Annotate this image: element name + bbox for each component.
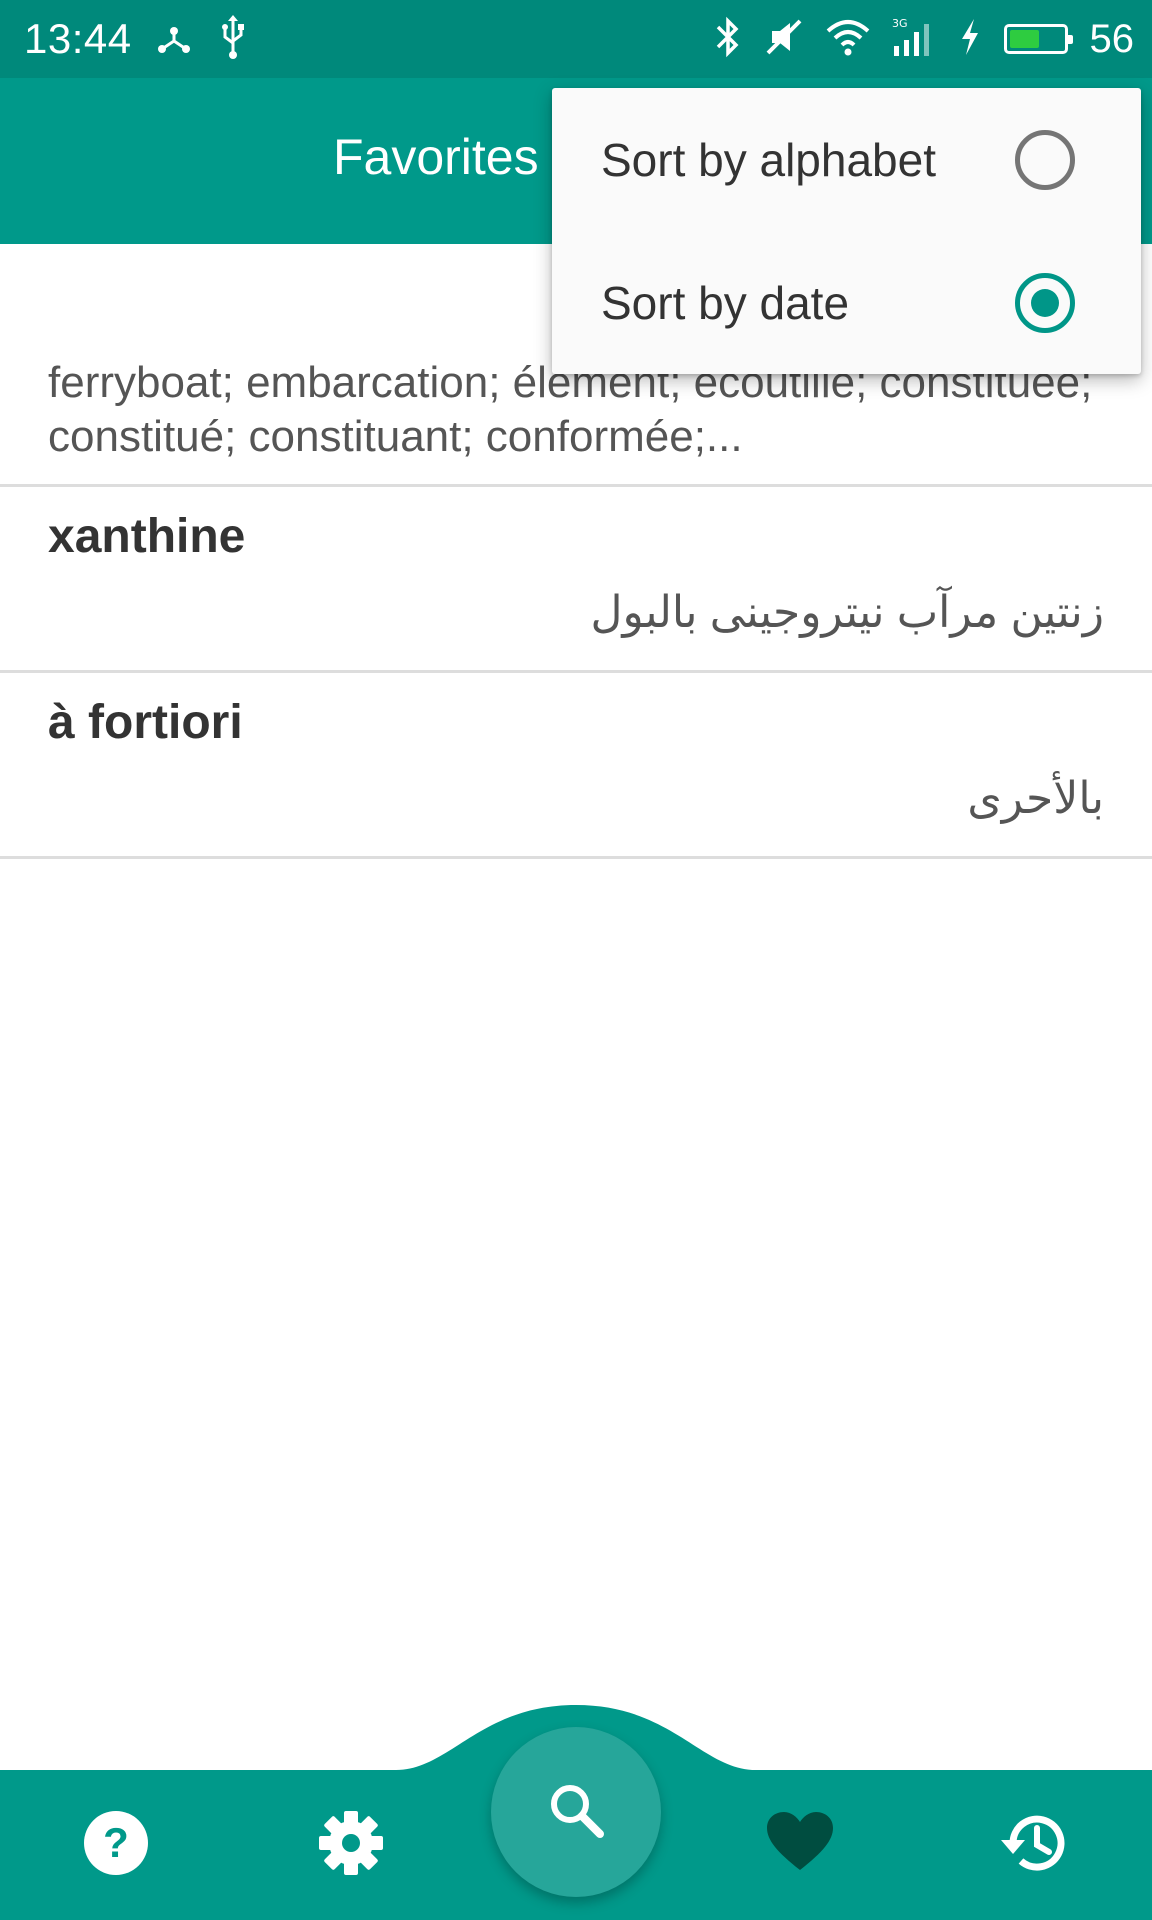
bluetooth-icon xyxy=(714,15,742,64)
radio-button[interactable] xyxy=(1015,129,1075,190)
menu-item-label: Sort by date xyxy=(601,276,850,329)
sort-by-date-option[interactable]: Sort by date xyxy=(552,231,1141,374)
list-item-title: à fortiori xyxy=(48,696,243,749)
list-item-desc: زنتین مرآب نیتروجینی بالبول xyxy=(590,588,1105,637)
battery-level xyxy=(1009,30,1039,48)
list-item[interactable]: à fortiori بالأحرى xyxy=(0,673,1152,859)
usb-icon xyxy=(216,14,250,64)
list-item-desc: بالأحرى xyxy=(967,774,1104,823)
wifi-icon xyxy=(826,17,870,62)
signal-3g-icon: 3G xyxy=(892,16,936,63)
menu-item-label: Sort by alphabet xyxy=(601,133,937,186)
status-right: 3G 56 xyxy=(714,0,1135,78)
search-icon xyxy=(544,1778,608,1847)
list-item[interactable]: xanthine زنتین مرآب نیتروجینی بالبول xyxy=(0,487,1152,673)
help-icon[interactable]: ? xyxy=(81,1808,151,1878)
page-title: Favorites xyxy=(333,129,539,185)
battery-percent: 56 xyxy=(1089,16,1135,61)
status-left: 13:44 xyxy=(24,0,250,78)
list-item-title: xanthine xyxy=(48,510,246,563)
svg-text:?: ? xyxy=(103,1819,129,1866)
search-button[interactable] xyxy=(491,1727,661,1897)
history-icon[interactable] xyxy=(999,1808,1069,1878)
sort-by-alphabet-option[interactable]: Sort by alphabet xyxy=(552,88,1141,231)
svg-text:3G: 3G xyxy=(892,17,908,30)
settings-icon[interactable] xyxy=(316,1808,386,1878)
mute-icon xyxy=(764,17,804,62)
battery-icon xyxy=(1003,24,1073,54)
status-bar: 13:44 3G 56 xyxy=(0,0,1152,78)
favorites-heart-icon[interactable] xyxy=(765,1808,835,1878)
share-icon xyxy=(154,17,194,62)
status-time: 13:44 xyxy=(24,15,132,62)
sort-menu: Sort by alphabet Sort by date xyxy=(552,88,1141,374)
charging-icon xyxy=(958,17,982,62)
radio-button[interactable] xyxy=(1015,272,1075,333)
